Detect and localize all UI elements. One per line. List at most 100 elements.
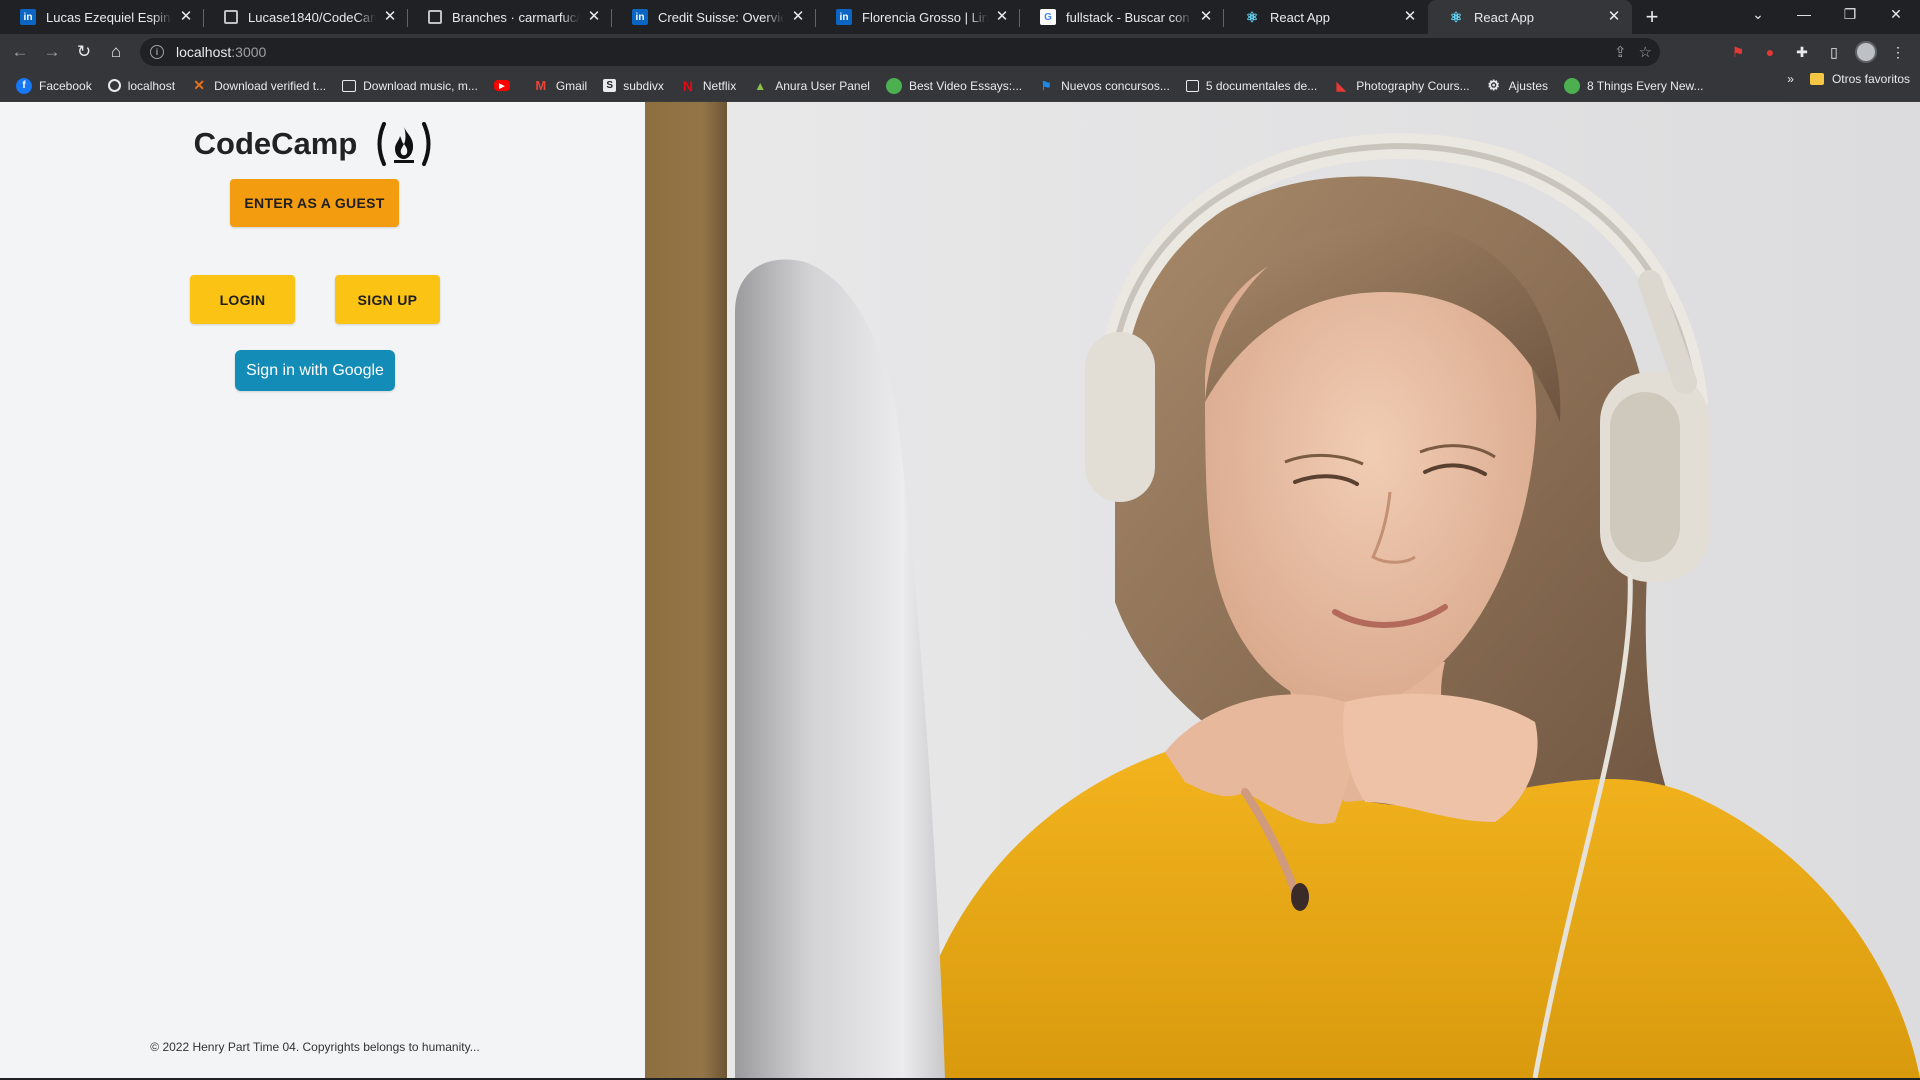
google-icon: G <box>1040 9 1056 25</box>
bookmark-ajustes[interactable]: ⚙ Ajustes <box>1478 72 1556 100</box>
bookmark-label: Ajustes <box>1508 78 1548 93</box>
bookmarks-bar: f Facebook localhost ✕ Download verified t… <box>0 70 1920 102</box>
bookmark-label: Facebook <box>39 78 92 93</box>
page-viewport: CodeCamp ENTER AS A GUEST LOGIN SIGN UP … <box>0 102 1920 1078</box>
brand-name: CodeCamp <box>193 126 358 161</box>
address-bar[interactable]: i localhost:3000 ⇪ ☆ <box>140 38 1660 66</box>
linkedin-icon: in <box>632 9 648 25</box>
bookmark-label: Photography Cours... <box>1356 78 1470 93</box>
close-icon[interactable]: ✕ <box>1198 9 1214 25</box>
sign-up-button[interactable]: SIGN UP <box>335 275 440 324</box>
tab-title: Florencia Grosso | LinkedIn <box>862 9 988 25</box>
avatar <box>1855 41 1877 63</box>
profile-avatar[interactable] <box>1852 38 1880 66</box>
bookmark-label: 5 documentales de... <box>1205 78 1318 93</box>
woman-with-headphones-illustration <box>645 102 1920 1078</box>
facebook-icon: f <box>16 77 32 94</box>
tab[interactable]: in Lucas Ezequiel Espina | LinkedIn ✕ <box>0 0 204 34</box>
menu-kebab-icon[interactable]: ⋮ <box>1884 38 1912 66</box>
bookmark-subdivx[interactable]: Ssubdivx <box>595 72 672 100</box>
bookmark-youtube[interactable]: ▶ <box>486 72 525 100</box>
share-icon[interactable]: ⇪ <box>1614 43 1627 61</box>
puzzle-extensions-icon[interactable]: ✚ <box>1788 38 1816 66</box>
bookmark-label: Netflix <box>702 78 737 93</box>
side-panel-icon[interactable]: ▯ <box>1820 38 1848 66</box>
restore-button[interactable]: ❐ <box>1827 0 1873 28</box>
bookmark-netflix[interactable]: N Netflix <box>672 72 744 100</box>
forward-icon[interactable]: → <box>36 36 68 68</box>
home-icon[interactable]: ⌂ <box>100 36 132 68</box>
bookmark-download-verified[interactable]: ✕ Download verified t... <box>183 72 334 100</box>
login-button[interactable]: LOGIN <box>190 275 295 324</box>
close-icon[interactable]: ✕ <box>790 9 806 25</box>
anura-icon: ▲ <box>754 78 767 93</box>
other-bookmarks-folder[interactable]: Otros favoritos <box>1809 72 1910 86</box>
bookmark-star-icon[interactable]: ☆ <box>1639 43 1652 61</box>
enter-as-guest-button[interactable]: ENTER AS A GUEST <box>230 179 399 227</box>
bookmark-best-video-essays[interactable]: Best Video Essays:... <box>878 72 1030 100</box>
tab[interactable]: in Florencia Grosso | LinkedIn ✕ <box>816 0 1020 34</box>
tab[interactable]: Lucase1840/CodeCamp: CodeCamp ✕ <box>204 0 408 34</box>
browser-toolbar: ← → ↻ ⌂ i localhost:3000 ⇪ ☆ ⚑ ● ✚ ▯ ⋮ <box>0 34 1920 70</box>
netflix-icon: N <box>682 77 693 94</box>
tab-title: React App <box>1270 9 1330 25</box>
close-icon[interactable]: ✕ <box>382 9 398 25</box>
gmail-icon: M <box>535 78 547 93</box>
close-window-button[interactable]: ✕ <box>1873 0 1919 28</box>
bookmark-label: Gmail <box>555 78 588 93</box>
bookmark-nuevos-concursos[interactable]: ⚑ Nuevos concursos... <box>1030 72 1178 100</box>
bookmark-label: Download verified t... <box>214 78 327 93</box>
extension-icon[interactable]: ● <box>1756 38 1784 66</box>
gear-icon: ⚙ <box>1487 77 1500 93</box>
tab-title: Credit Suisse: Overview | LinkedIn <box>658 9 784 25</box>
x-icon: ✕ <box>193 77 205 93</box>
bookmark-anura[interactable]: ▲ Anura User Panel <box>744 72 878 100</box>
close-icon[interactable]: ✕ <box>586 9 602 25</box>
tab[interactable]: Branches · carmarfuc/TFPamp ✕ <box>408 0 612 34</box>
tab-title: fullstack - Buscar con Google <box>1066 9 1192 25</box>
tab-title: Lucase1840/CodeCamp: CodeCamp <box>248 9 376 25</box>
bookmark-label: Best Video Essays:... <box>908 78 1023 93</box>
bookmark-photography-courses[interactable]: ◣ Photography Cours... <box>1325 72 1477 100</box>
site-info-icon[interactable]: i <box>150 45 164 59</box>
bookmark-facebook[interactable]: f Facebook <box>8 72 100 100</box>
bookmark-gmail[interactable]: M Gmail <box>525 72 595 100</box>
close-icon[interactable]: ✕ <box>178 9 194 25</box>
reload-icon[interactable]: ↻ <box>68 36 100 68</box>
close-icon[interactable]: ✕ <box>994 9 1010 25</box>
close-icon[interactable]: ✕ <box>1606 9 1622 25</box>
more-bookmarks-chevron-icon[interactable]: » <box>1787 72 1794 86</box>
tab[interactable]: ⚛ React App ✕ <box>1224 0 1428 34</box>
flag-icon: ⚑ <box>1040 78 1052 93</box>
tab-title: Lucas Ezequiel Espina | LinkedIn <box>46 9 172 25</box>
bookmark-localhost[interactable]: localhost <box>100 72 183 100</box>
bookmark-5-documentales[interactable]: 5 documentales de... <box>1178 72 1325 100</box>
freecodecamp-flame-icon <box>371 121 437 167</box>
photo-icon: ◣ <box>1336 78 1346 93</box>
github-icon <box>428 10 442 24</box>
github-icon <box>224 10 238 24</box>
react-icon: ⚛ <box>1449 8 1463 25</box>
acrobat-extension-icon[interactable]: ⚑ <box>1724 38 1752 66</box>
bookmark-8-things[interactable]: 8 Things Every New... <box>1556 72 1712 100</box>
bookmark-label: subdivx <box>623 78 664 93</box>
tab[interactable]: in Credit Suisse: Overview | LinkedIn ✕ <box>612 0 816 34</box>
chat-icon <box>1185 79 1199 92</box>
auth-panel: CodeCamp ENTER AS A GUEST LOGIN SIGN UP … <box>0 102 645 1078</box>
linkedin-icon: in <box>20 9 36 25</box>
bookmark-label: Anura User Panel <box>775 78 870 93</box>
tab-title: React App <box>1474 9 1534 25</box>
minimize-button[interactable]: — <box>1781 0 1827 28</box>
google-sign-in-button[interactable]: Sign in with Google <box>235 350 395 391</box>
linkedin-icon: in <box>836 9 852 25</box>
tab-active[interactable]: ⚛ React App ✕ <box>1428 0 1632 34</box>
tab-search-icon[interactable]: ⌄ <box>1735 0 1781 28</box>
folder-icon <box>1809 73 1824 85</box>
bookmark-label: Nuevos concursos... <box>1061 78 1170 93</box>
bookmark-download-music[interactable]: Download music, m... <box>334 72 486 100</box>
close-icon[interactable]: ✕ <box>1402 9 1418 25</box>
tab[interactable]: G fullstack - Buscar con Google ✕ <box>1020 0 1224 34</box>
back-icon[interactable]: ← <box>4 36 36 68</box>
new-tab-button[interactable]: + <box>1636 0 1668 34</box>
url-text[interactable]: localhost:3000 <box>176 44 266 60</box>
